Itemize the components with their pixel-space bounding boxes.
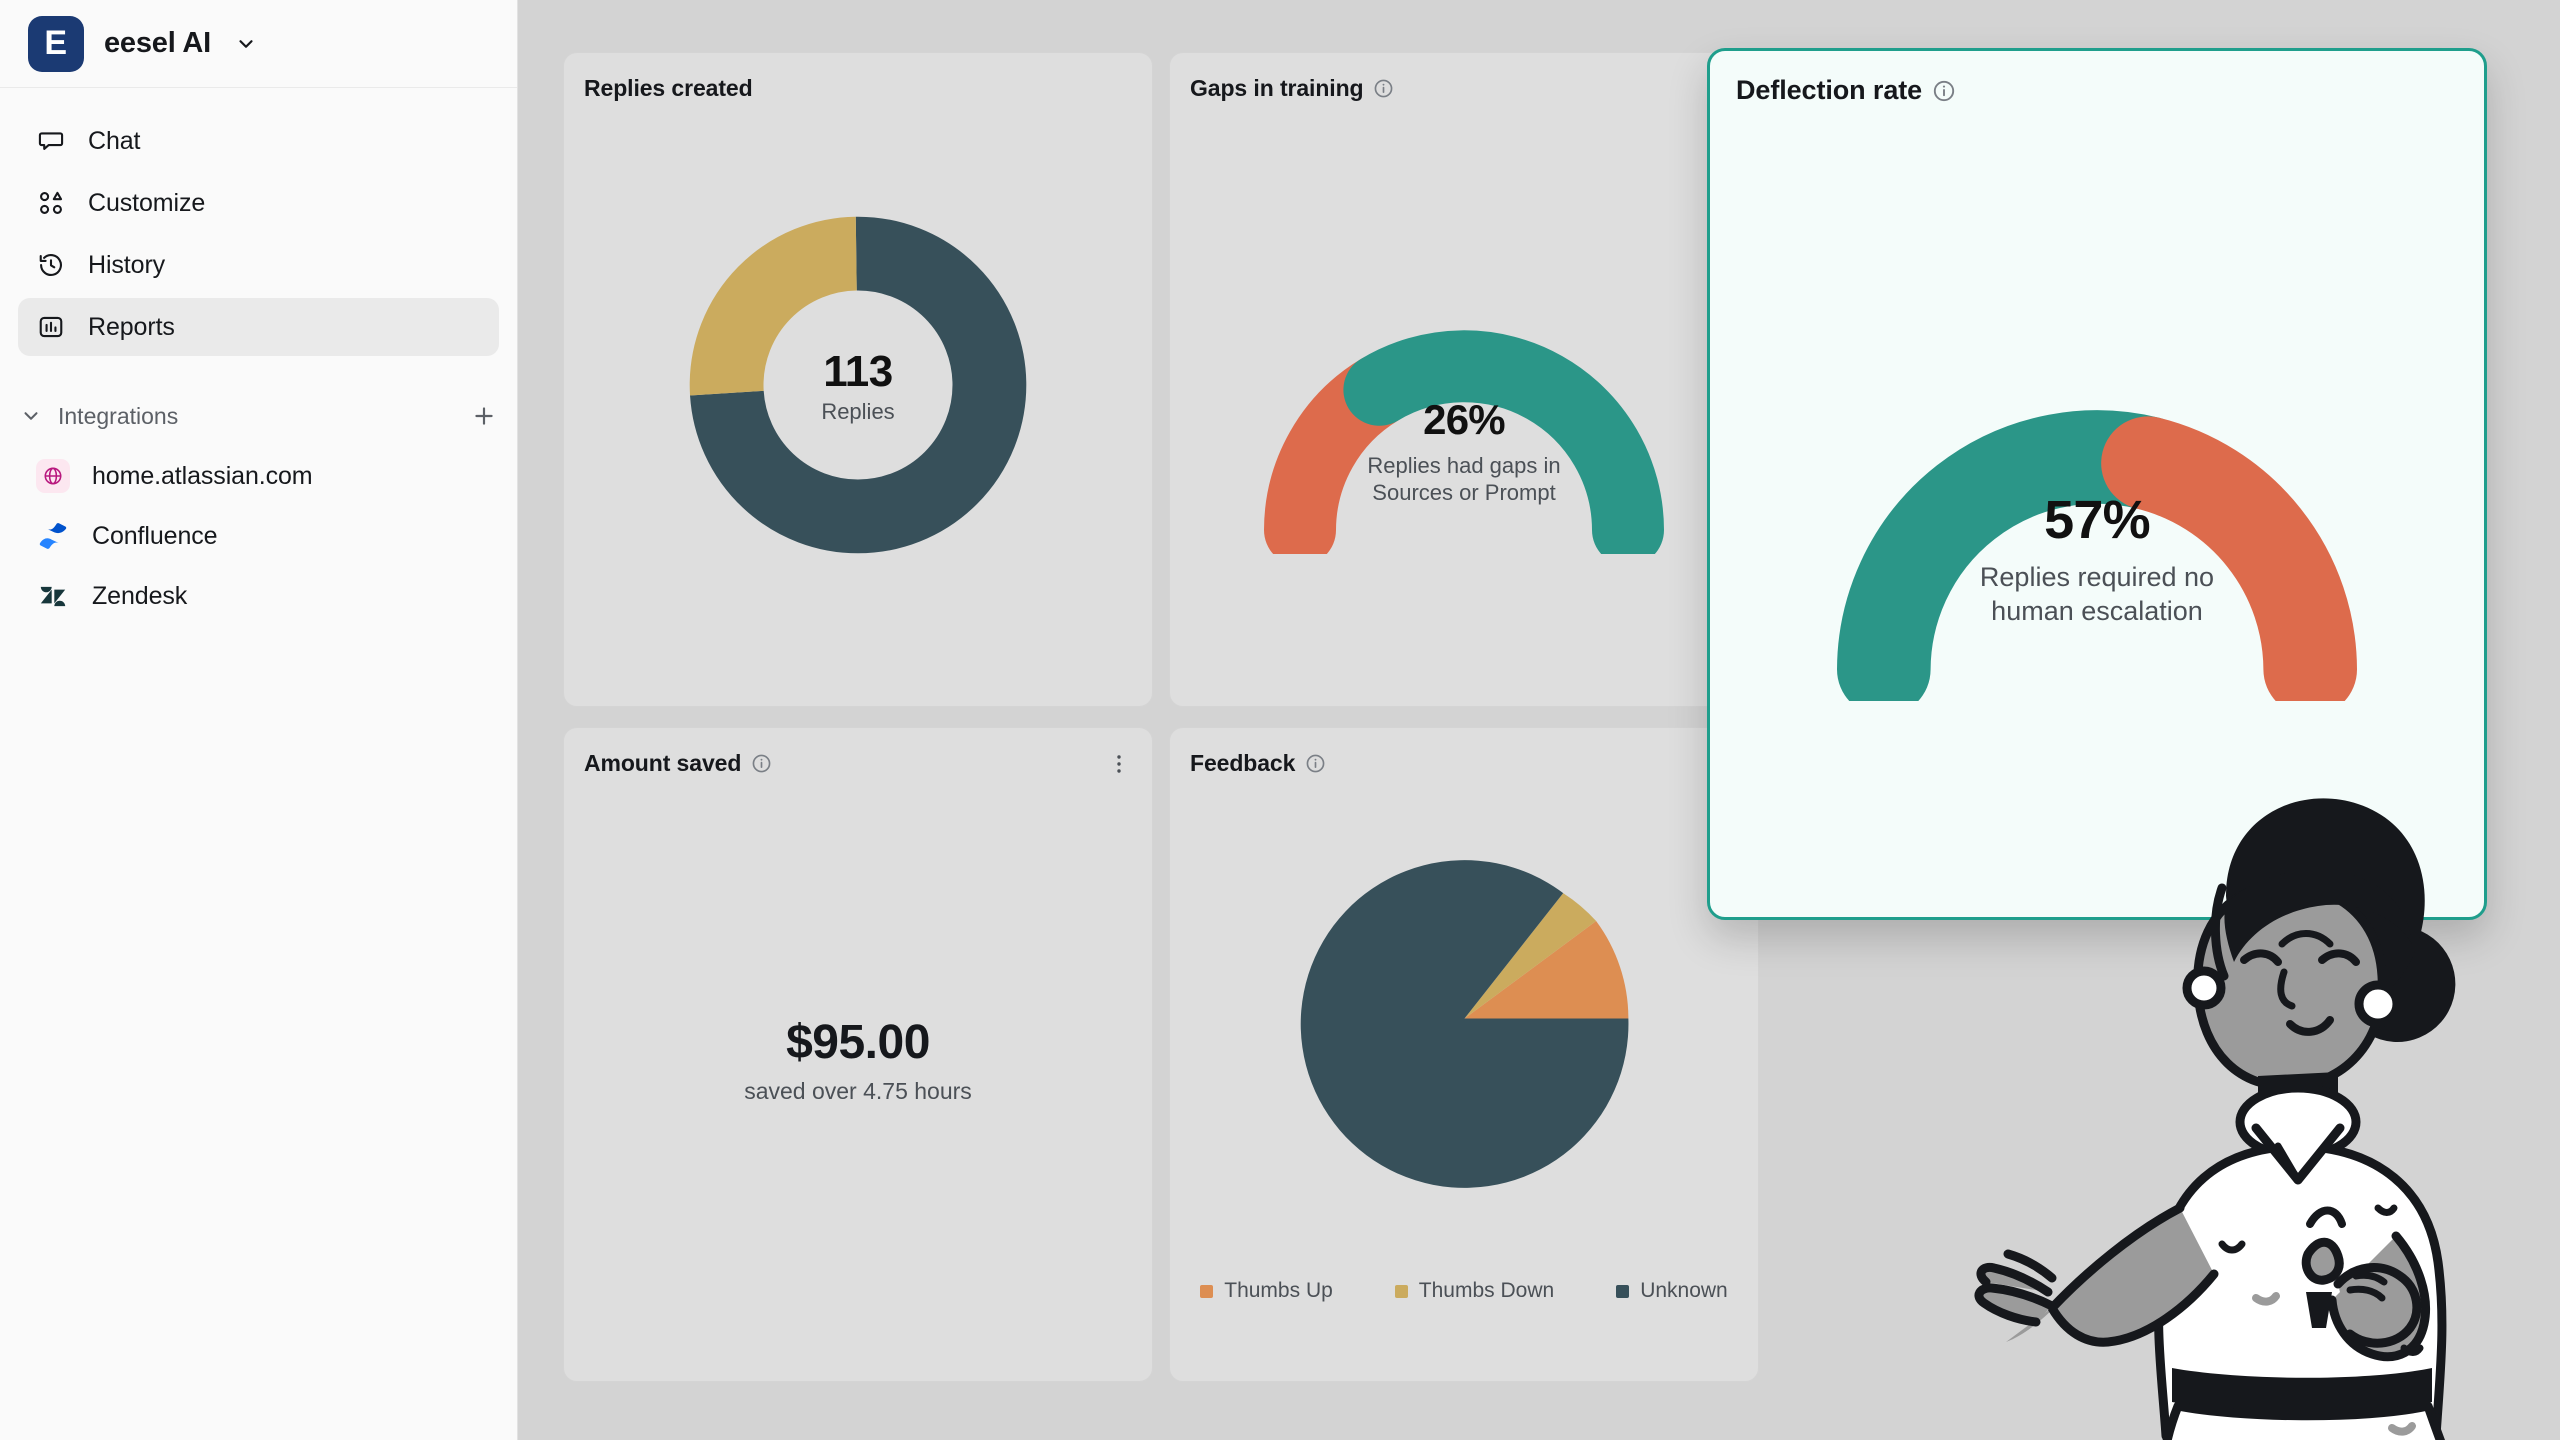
- history-clock-icon: [36, 250, 66, 280]
- sidebar-item-zendesk[interactable]: Zendesk: [18, 566, 499, 626]
- integration-label: Confluence: [92, 521, 218, 550]
- gauge-subtitle-line2: human escalation: [1991, 595, 2203, 626]
- add-integration-button[interactable]: [469, 401, 499, 431]
- card-title: Feedback: [1190, 750, 1296, 776]
- legend-swatch: [1394, 1284, 1408, 1298]
- legend-label: Thumbs Down: [1418, 1279, 1555, 1302]
- replies-donut-chart: 113 Replies: [564, 53, 1152, 706]
- sidebar-item-reports[interactable]: Reports: [18, 298, 499, 356]
- chevron-down-icon: [235, 33, 257, 55]
- card-title: Amount saved: [584, 750, 742, 776]
- workspace-name: eesel AI: [104, 27, 211, 59]
- legend-item-thumbs-down[interactable]: Thumbs Down: [1394, 1279, 1555, 1303]
- info-icon[interactable]: [1305, 753, 1326, 774]
- card-gaps-in-training[interactable]: Gaps in training 26% Replies had gaps in…: [1169, 52, 1759, 707]
- chevron-down-icon: [18, 403, 44, 429]
- integrations-section-header[interactable]: Integrations: [0, 386, 517, 446]
- card-header: Amount saved: [584, 750, 1132, 777]
- integrations-list: home.atlassian.com Confluence Zendesk: [0, 446, 517, 626]
- legend-item-thumbs-up[interactable]: Thumbs Up: [1200, 1279, 1333, 1303]
- gaps-gauge-chart: 26% Replies had gaps in Sources or Promp…: [1170, 53, 1758, 706]
- deflection-gauge-chart: 57% Replies required no human escalation: [1710, 51, 2484, 917]
- integration-label: Zendesk: [92, 581, 188, 610]
- gauge-value: 57%: [2044, 490, 2150, 550]
- legend-swatch: [1616, 1284, 1630, 1298]
- amount-saved-subtitle: saved over 4.75 hours: [744, 1078, 972, 1104]
- sidebar: E eesel AI Chat Customize History Report…: [0, 0, 518, 1440]
- card-deflection-rate[interactable]: Deflection rate 57% Replies required no: [1707, 48, 2487, 920]
- amount-saved-metric: $95.00 saved over 4.75 hours: [564, 1015, 1152, 1105]
- card-amount-saved[interactable]: Amount saved $95.00 saved over 4.75 hour…: [563, 727, 1153, 1382]
- sidebar-item-label: History: [88, 250, 166, 279]
- donut-center-value: 113: [823, 346, 893, 396]
- chat-bubble-icon: [36, 126, 66, 156]
- feedback-legend: Thumbs Up Thumbs Down Unknown: [1188, 1279, 1740, 1303]
- amount-saved-value: $95.00: [786, 1016, 930, 1069]
- donut-center-label: Replies: [821, 398, 895, 424]
- globe-icon: [36, 459, 70, 493]
- legend-item-unknown[interactable]: Unknown: [1616, 1279, 1728, 1303]
- pie-svg: [1300, 860, 1628, 1188]
- primary-nav: Chat Customize History Reports: [0, 88, 517, 356]
- card-header: Feedback: [1190, 750, 1738, 777]
- integration-label: home.atlassian.com: [92, 461, 313, 490]
- app-root: E eesel AI Chat Customize History Report…: [0, 0, 2560, 1440]
- sidebar-item-confluence[interactable]: Confluence: [18, 506, 499, 566]
- gauge-subtitle-line2: Sources or Prompt: [1372, 480, 1556, 505]
- workspace-switcher[interactable]: E eesel AI: [0, 0, 517, 88]
- brand-logo-badge: E: [28, 15, 84, 72]
- shapes-icon: [36, 188, 66, 218]
- sidebar-item-customize[interactable]: Customize: [18, 174, 499, 232]
- feedback-pie-chart: [1170, 846, 1758, 1191]
- integrations-section-title: Integrations: [58, 402, 179, 429]
- sidebar-item-label: Chat: [88, 126, 141, 155]
- sidebar-item-label: Customize: [88, 188, 206, 217]
- card-replies-created[interactable]: Replies created 113 Replies: [563, 52, 1153, 707]
- sidebar-item-home-atlassian[interactable]: home.atlassian.com: [18, 446, 499, 506]
- info-icon[interactable]: [751, 753, 772, 774]
- legend-label: Thumbs Up: [1224, 1279, 1333, 1302]
- gauge-subtitle-line1: Replies required no: [1979, 562, 2215, 592]
- confluence-icon: [36, 519, 70, 553]
- bar-chart-icon: [36, 312, 66, 342]
- gauge-value: 26%: [1423, 395, 1505, 443]
- zendesk-icon: [36, 579, 70, 613]
- gauge-subtitle-line1: Replies had gaps in: [1367, 452, 1561, 478]
- legend-swatch: [1200, 1284, 1214, 1298]
- sidebar-item-chat[interactable]: Chat: [18, 112, 499, 170]
- sidebar-item-label: Reports: [88, 312, 175, 341]
- sidebar-item-history[interactable]: History: [18, 236, 499, 294]
- legend-label: Unknown: [1640, 1279, 1728, 1302]
- card-feedback[interactable]: Feedback Thumbs Up Thumbs Down Unknown: [1169, 727, 1759, 1382]
- reports-dashboard: Replies created 113 Replies Gaps in trai…: [518, 0, 2560, 1440]
- kebab-menu-icon[interactable]: [1106, 751, 1132, 777]
